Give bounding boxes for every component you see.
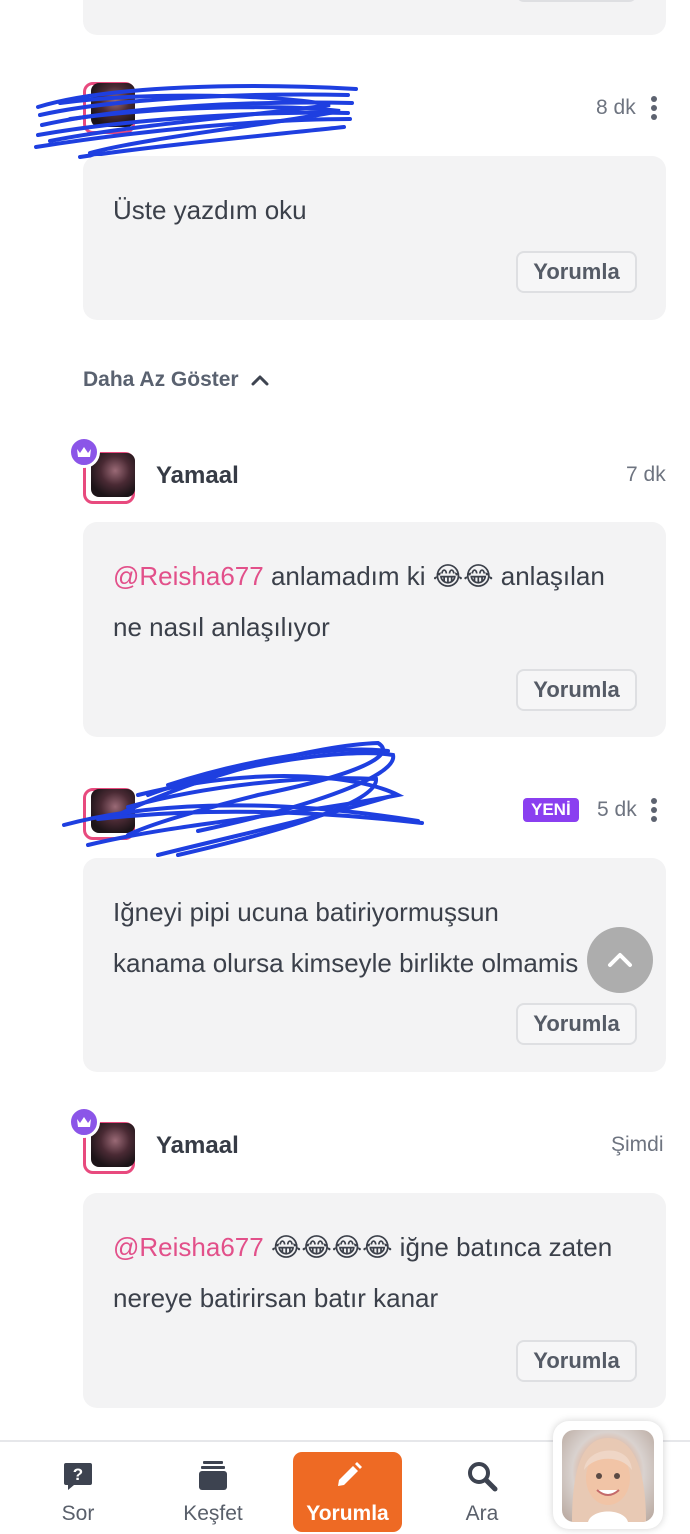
new-badge: YENİ — [523, 798, 579, 822]
chevron-up-icon — [251, 375, 269, 386]
comment-card: Üste yazdım oku Yorumla — [83, 156, 666, 320]
show-less-toggle[interactable]: Daha Az Göster — [83, 368, 270, 392]
nav-item-kesfet[interactable]: Keşfet — [158, 1442, 268, 1534]
comment-text-line: 😂😂😂😂 iğne batınca zaten — [263, 1232, 613, 1262]
mention-link[interactable]: @Reisha677 — [113, 561, 264, 591]
pencil-icon — [332, 1460, 364, 1497]
comment-text-line: kanama olursa kimseyle birlikte olmamis — [113, 948, 579, 978]
more-options-icon[interactable] — [651, 798, 657, 825]
nav-item-sor[interactable]: ? Sor — [23, 1442, 133, 1534]
nav-label: Yorumla — [306, 1502, 389, 1525]
reply-button[interactable]: Yorumla — [516, 1340, 637, 1382]
comment-text: Iğneyi pipi ucuna batiriyormuşsun kanama… — [113, 887, 642, 989]
svg-text:?: ? — [73, 1465, 83, 1484]
promo-avatar-image — [562, 1430, 654, 1522]
reply-button[interactable]: Yorumla — [516, 669, 637, 711]
redaction-scribble — [34, 84, 358, 159]
nav-label: Sor — [61, 1502, 95, 1525]
comment-text-line: nereye batirirsan batır kanar — [113, 1283, 439, 1313]
comment-card-partial — [83, 0, 666, 35]
reply-button[interactable]: Yorumla — [516, 251, 637, 293]
question-icon: ? — [62, 1460, 94, 1497]
nav-item-ara[interactable]: Ara — [427, 1442, 537, 1534]
comment-card: @Reisha677 anlamadım ki 😂😂 anlaşılan ne … — [83, 522, 666, 737]
scroll-to-top-button[interactable] — [587, 927, 653, 993]
show-less-label: Daha Az Göster — [83, 368, 239, 391]
chevron-up-icon — [608, 953, 632, 967]
username[interactable]: Yamaal — [156, 1132, 239, 1160]
comment-text-line: Iğneyi pipi ucuna batiriyormuşsun — [113, 897, 499, 927]
comment-text-line: ne nasıl anlaşılıyor — [113, 612, 330, 642]
reply-button[interactable]: Yorumla — [516, 1003, 637, 1045]
comment-card: @Reisha677 😂😂😂😂 iğne batınca zaten nerey… — [83, 1193, 666, 1408]
comment-time: Şimdi — [611, 1133, 664, 1156]
promo-avatar-button[interactable] — [553, 1421, 663, 1529]
comment-text-line: anlamadım ki 😂😂 anlaşılan — [263, 561, 605, 591]
search-icon — [466, 1460, 498, 1497]
nav-item-yorumla[interactable]: Yorumla — [293, 1452, 402, 1532]
more-options-icon[interactable] — [651, 96, 657, 123]
reply-button-partial[interactable] — [516, 0, 637, 2]
crown-badge-icon — [68, 1106, 100, 1138]
comment-time: 5 dk — [597, 798, 637, 821]
comment-text: @Reisha677 anlamadım ki 😂😂 anlaşılan ne … — [113, 551, 642, 653]
comment-card: Iğneyi pipi ucuna batiriyormuşsun kanama… — [83, 858, 666, 1072]
crown-badge-icon — [68, 436, 100, 468]
comment-text: @Reisha677 😂😂😂😂 iğne batınca zaten nerey… — [113, 1222, 642, 1324]
redaction-scribble — [62, 740, 424, 857]
username[interactable]: Yamaal — [156, 462, 239, 490]
mention-link[interactable]: @Reisha677 — [113, 1232, 264, 1262]
nav-label: Ara — [465, 1502, 499, 1525]
comment-time: 7 dk — [626, 463, 666, 486]
stack-icon — [198, 1460, 228, 1497]
comment-time: 8 dk — [596, 96, 636, 119]
nav-label: Keşfet — [183, 1502, 243, 1525]
comment-text: Üste yazdım oku — [113, 195, 307, 225]
